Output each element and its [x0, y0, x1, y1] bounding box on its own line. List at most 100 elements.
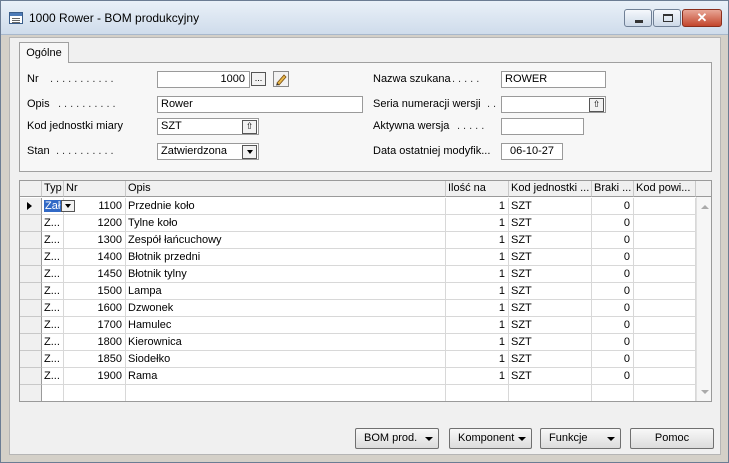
- cell-ilosc[interactable]: 1: [446, 249, 509, 266]
- cell-ilosc[interactable]: 1: [446, 266, 509, 283]
- scroll-up-icon[interactable]: [701, 205, 709, 209]
- row-selector[interactable]: [20, 232, 42, 249]
- cell-typ[interactable]: Z...: [42, 368, 64, 385]
- col-header-kod-jednostki[interactable]: Kod jednostki ...: [509, 181, 592, 197]
- aktywna-wersja-field[interactable]: [501, 118, 584, 135]
- cell-kodp[interactable]: [634, 385, 696, 401]
- cell-kodp[interactable]: [634, 266, 696, 283]
- cell-braki[interactable]: 0: [592, 368, 634, 385]
- row-selector[interactable]: [20, 266, 42, 283]
- scroll-down-icon[interactable]: [701, 390, 709, 394]
- cell-kodp[interactable]: [634, 317, 696, 334]
- cell-kodp[interactable]: [634, 215, 696, 232]
- cell-ilosc[interactable]: 1: [446, 283, 509, 300]
- cell-kod[interactable]: SZT: [509, 266, 592, 283]
- cell-opis[interactable]: Błotnik tylny: [126, 266, 446, 283]
- cell-typ[interactable]: Z...: [42, 215, 64, 232]
- cell-opis[interactable]: [126, 385, 446, 401]
- cell-typ[interactable]: [42, 385, 64, 401]
- cell-typ[interactable]: Z...: [42, 351, 64, 368]
- cell-opis[interactable]: Kierownica: [126, 334, 446, 351]
- cell-kod[interactable]: [509, 385, 592, 401]
- row-selector[interactable]: [20, 351, 42, 368]
- cell-kodp[interactable]: [634, 232, 696, 249]
- cell-opis[interactable]: Hamulec: [126, 317, 446, 334]
- data-modyfikacji-field[interactable]: 06-10-27: [501, 143, 563, 160]
- cell-typ[interactable]: Z...: [42, 266, 64, 283]
- cell-nr[interactable]: 1200: [64, 215, 126, 232]
- cell-braki[interactable]: 0: [592, 249, 634, 266]
- cell-braki[interactable]: 0: [592, 334, 634, 351]
- cell-kodp[interactable]: [634, 368, 696, 385]
- cell-kodp[interactable]: [634, 249, 696, 266]
- col-header-opis[interactable]: Opis: [126, 181, 446, 197]
- bom-lines-grid[interactable]: Typ Nr Opis Ilość na Kod jednostki ... B…: [19, 180, 712, 402]
- nr-field[interactable]: 1000: [157, 71, 250, 88]
- cell-kod[interactable]: SZT: [509, 232, 592, 249]
- opis-field[interactable]: Rower: [157, 96, 363, 113]
- row-selector[interactable]: [20, 249, 42, 266]
- cell-kodp[interactable]: [634, 334, 696, 351]
- row-selector[interactable]: [20, 300, 42, 317]
- close-button[interactable]: ✕: [682, 9, 722, 27]
- kod-jednostki-lookup-icon[interactable]: ⇧: [242, 120, 257, 134]
- cell-typ[interactable]: Z...: [42, 300, 64, 317]
- cell-kod[interactable]: SZT: [509, 351, 592, 368]
- cell-kod[interactable]: SZT: [509, 368, 592, 385]
- row-selector[interactable]: [20, 317, 42, 334]
- cell-opis[interactable]: Tylne koło: [126, 215, 446, 232]
- cell-ilosc[interactable]: 1: [446, 215, 509, 232]
- minimize-button[interactable]: [624, 9, 652, 27]
- stan-dropdown-icon[interactable]: [242, 145, 257, 159]
- cell-kod[interactable]: SZT: [509, 283, 592, 300]
- cell-ilosc[interactable]: 1: [446, 317, 509, 334]
- cell-braki[interactable]: 0: [592, 232, 634, 249]
- cell-kod[interactable]: SZT: [509, 249, 592, 266]
- cell-opis[interactable]: Rama: [126, 368, 446, 385]
- cell-typ[interactable]: Z...: [42, 249, 64, 266]
- cell-kod[interactable]: SZT: [509, 300, 592, 317]
- cell-kod[interactable]: SZT: [509, 317, 592, 334]
- cell-opis[interactable]: Lampa: [126, 283, 446, 300]
- cell-typ[interactable]: Z...: [42, 283, 64, 300]
- row-selector[interactable]: [20, 198, 42, 215]
- col-header-nr[interactable]: Nr: [64, 181, 126, 197]
- tab-ogolne[interactable]: Ogólne: [19, 42, 69, 63]
- bom-prod-menu-button[interactable]: BOM prod.: [355, 428, 439, 449]
- edit-pencil-icon[interactable]: [273, 71, 289, 87]
- vertical-scrollbar[interactable]: [696, 197, 711, 401]
- cell-braki[interactable]: 0: [592, 351, 634, 368]
- cell-nr[interactable]: 1700: [64, 317, 126, 334]
- cell-ilosc[interactable]: 1: [446, 232, 509, 249]
- cell-kodp[interactable]: [634, 283, 696, 300]
- row-selector[interactable]: [20, 215, 42, 232]
- cell-nr[interactable]: [64, 385, 126, 401]
- cell-nr[interactable]: 1900: [64, 368, 126, 385]
- cell-opis[interactable]: Przednie koło: [126, 198, 446, 215]
- cell-braki[interactable]: 0: [592, 317, 634, 334]
- cell-opis[interactable]: Błotnik przedni: [126, 249, 446, 266]
- cell-kodp[interactable]: [634, 300, 696, 317]
- cell-typ[interactable]: Z...: [42, 334, 64, 351]
- cell-braki[interactable]: [592, 385, 634, 401]
- cell-kodp[interactable]: [634, 198, 696, 215]
- cell-braki[interactable]: 0: [592, 215, 634, 232]
- col-header-kod-powiazania[interactable]: Kod powi...: [634, 181, 696, 197]
- cell-braki[interactable]: 0: [592, 198, 634, 215]
- cell-opis[interactable]: Zespół łańcuchowy: [126, 232, 446, 249]
- cell-nr[interactable]: 1450: [64, 266, 126, 283]
- cell-ilosc[interactable]: 1: [446, 334, 509, 351]
- nazwa-szukana-field[interactable]: ROWER: [501, 71, 606, 88]
- nr-lookup-button[interactable]: ...: [251, 72, 266, 86]
- seria-lookup-icon[interactable]: ⇧: [589, 98, 604, 112]
- cell-nr[interactable]: 1850: [64, 351, 126, 368]
- col-header-ilosc[interactable]: Ilość na: [446, 181, 509, 197]
- cell-nr[interactable]: 1300: [64, 232, 126, 249]
- cell-ilosc[interactable]: 1: [446, 300, 509, 317]
- title-bar[interactable]: 1000 Rower - BOM produkcyjny ✕: [1, 1, 728, 35]
- col-header-typ[interactable]: Typ: [42, 181, 64, 197]
- cell-typ[interactable]: Z...: [42, 232, 64, 249]
- cell-nr[interactable]: 1800: [64, 334, 126, 351]
- row-selector[interactable]: [20, 334, 42, 351]
- cell-ilosc[interactable]: [446, 385, 509, 401]
